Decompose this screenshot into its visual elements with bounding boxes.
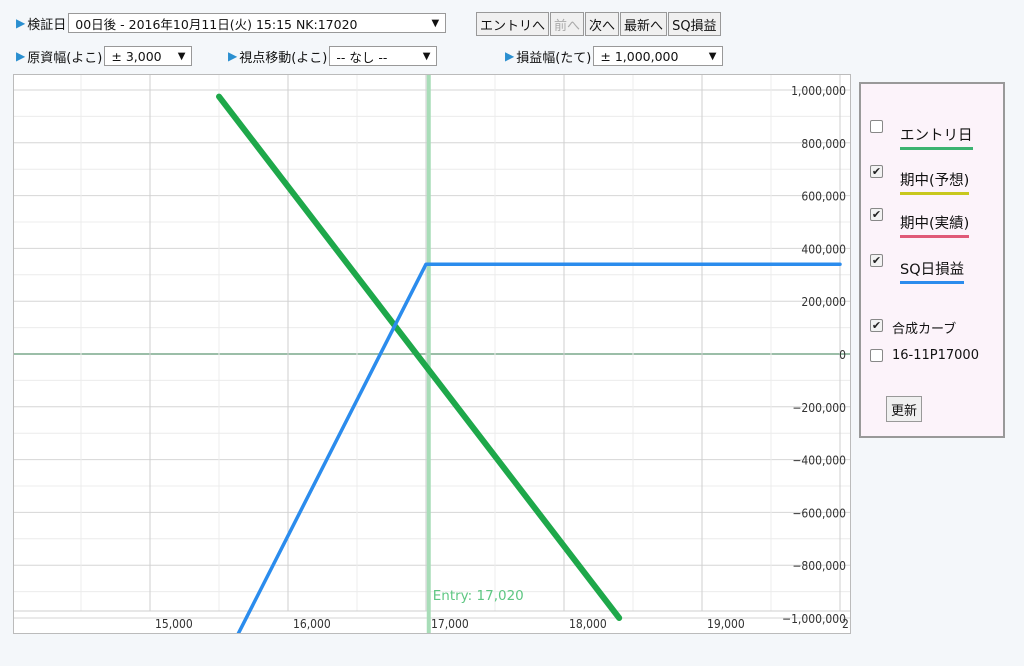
y-tick-label: 0: [839, 348, 846, 362]
midterm-forecast-label: 期中(予想): [900, 169, 970, 195]
combined-curve-line: [216, 93, 623, 621]
viewpoint-select[interactable]: -- なし -- ▼: [329, 46, 438, 66]
underlying-range-label: 原資幅(よこ): [27, 50, 103, 66]
combined-curve-checkbox[interactable]: ✔: [870, 319, 883, 332]
nav-buttons: エントリへ 前へ 次へ 最新へ SQ損益: [476, 11, 722, 37]
verify-date-value: 00日後 - 2016年10月11日(火) 15:15 NK:17020: [75, 16, 358, 32]
y-tick-label: −400,000: [792, 454, 846, 468]
position-label: 16-11P17000: [892, 348, 979, 363]
viewpoint-label: 視点移動(よこ): [239, 50, 328, 66]
y-tick-label: 200,000: [801, 295, 846, 309]
pl-range-control: ▶ 損益幅(たて) ± 1,000,000 ▼: [505, 45, 724, 67]
x-tick-label: 17,000: [431, 617, 469, 631]
y-tick-label: 1,000,000: [791, 84, 846, 98]
sq-day-pl-label: SQ日損益: [900, 258, 965, 284]
latest-button[interactable]: 最新へ: [620, 12, 668, 36]
next-button[interactable]: 次へ: [585, 12, 620, 36]
x-tick-label: 2: [842, 617, 849, 631]
pl-range-select[interactable]: ± 1,000,000 ▼: [593, 46, 724, 66]
sq-pl-button[interactable]: SQ損益: [668, 12, 721, 36]
sq-day-pl-line: [231, 262, 842, 647]
pl-range-value: ± 1,000,000: [600, 48, 679, 64]
y-tick-label: 600,000: [801, 190, 846, 204]
underlying-range-select[interactable]: ± 3,000 ▼: [104, 46, 193, 66]
chevron-down-icon: ▼: [708, 50, 717, 62]
y-tick-label: 800,000: [801, 137, 846, 151]
triangle-icon: ▶: [505, 49, 515, 63]
chevron-down-icon: ▼: [431, 17, 440, 29]
y-tick-label: 400,000: [801, 242, 846, 256]
chevron-down-icon: ▼: [177, 50, 186, 62]
verify-date-control: ▶ 検証日 00日後 - 2016年10月11日(火) 15:15 NK:170…: [16, 12, 447, 34]
midterm-forecast-checkbox[interactable]: ✔: [870, 165, 883, 178]
underlying-range-control: ▶ 原資幅(よこ) ± 3,000 ▼: [16, 45, 193, 67]
pl-chart[interactable]: 1,000,000 800,000 600,000 400,000 200,000 0 −2…: [13, 74, 851, 647]
combined-curve-label: 合成カーブ: [892, 322, 957, 337]
entry-day-checkbox[interactable]: [870, 120, 883, 133]
y-tick-label: −1,000,000: [782, 612, 846, 626]
position-checkbox[interactable]: [870, 349, 883, 362]
x-tick-label: 16,000: [293, 617, 331, 631]
entry-button[interactable]: エントリへ: [476, 12, 550, 36]
series-panel: エントリ日 ✔ 期中(予想) ✔ 期中(実績) ✔ SQ日損益 ✔ 合成カーブ …: [859, 82, 1005, 438]
y-tick-label: −600,000: [792, 506, 846, 520]
y-tick-label: −200,000: [792, 401, 846, 415]
sq-day-pl-checkbox[interactable]: ✔: [870, 254, 883, 267]
prev-button[interactable]: 前へ: [550, 12, 585, 36]
midterm-actual-label: 期中(実績): [900, 212, 970, 238]
viewpoint-control: ▶ 視点移動(よこ) -- なし -- ▼: [228, 45, 438, 67]
y-tick-label: −800,000: [792, 559, 846, 573]
verify-date-select[interactable]: 00日後 - 2016年10月11日(火) 15:15 NK:17020 ▼: [68, 13, 447, 33]
entry-label: Entry: 17,020: [433, 588, 524, 604]
pl-range-label: 損益幅(たて): [516, 50, 592, 66]
viewpoint-value: -- なし --: [336, 49, 388, 65]
x-tick-label: 19,000: [707, 617, 745, 631]
underlying-range-value: ± 3,000: [111, 48, 162, 64]
triangle-icon: ▶: [16, 49, 26, 63]
triangle-icon: ▶: [16, 16, 26, 30]
chevron-down-icon: ▼: [422, 50, 431, 62]
axis-labels: 1,000,000 800,000 600,000 400,000 200,000 0 −2…: [155, 84, 849, 631]
x-tick-label: 18,000: [569, 617, 607, 631]
grid: [14, 75, 850, 619]
midterm-actual-checkbox[interactable]: ✔: [870, 208, 883, 221]
update-button[interactable]: 更新: [886, 396, 923, 422]
verify-date-label: 検証日: [27, 17, 67, 33]
x-tick-label: 15,000: [155, 617, 193, 631]
triangle-icon: ▶: [228, 49, 238, 63]
entry-day-label: エントリ日: [900, 124, 973, 150]
pl-chart-svg: 1,000,000 800,000 600,000 400,000 200,000 0 −2…: [14, 75, 850, 647]
